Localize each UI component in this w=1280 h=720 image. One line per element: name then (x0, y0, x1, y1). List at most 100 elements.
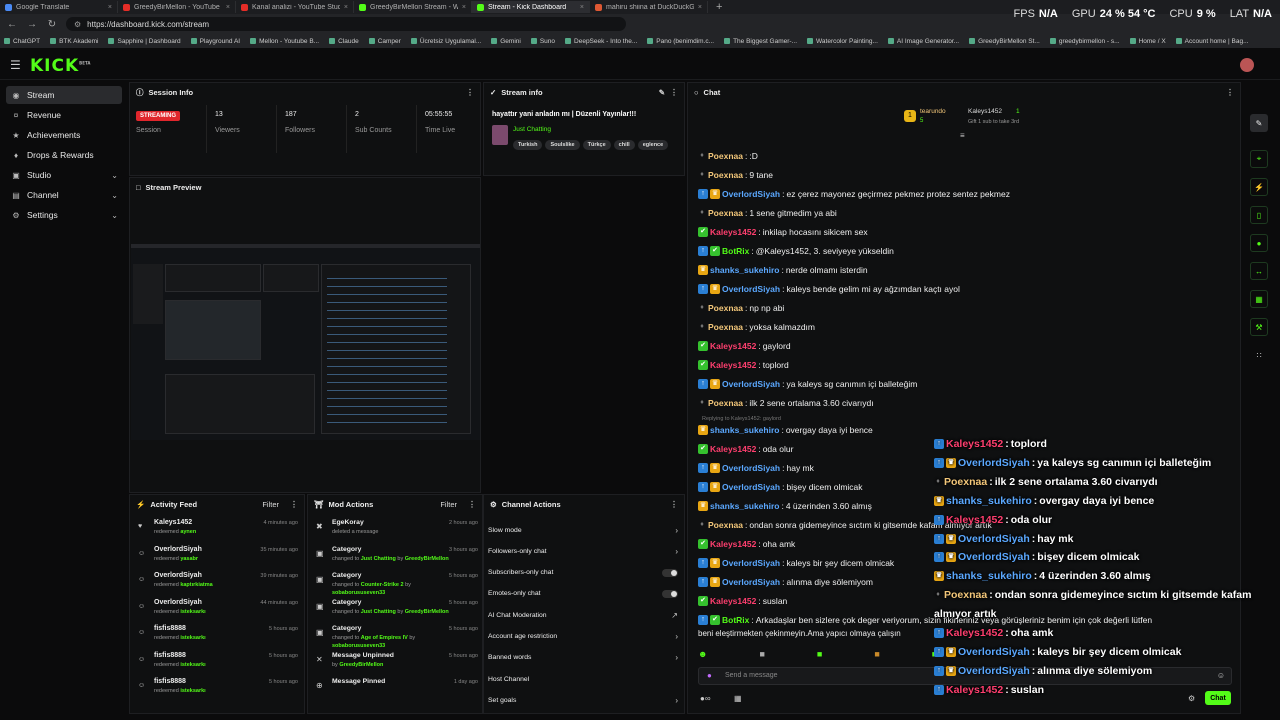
mod-filter-button[interactable]: Filter (440, 500, 457, 509)
chat-message[interactable]: ♦ Poexnaa: 9 tane (698, 170, 773, 180)
sidebar-item-achievements[interactable]: ★ Achievements (6, 126, 122, 144)
chat-message[interactable]: ♛ shanks_sukehiro: 4 üzerinden 3.60 almış (698, 501, 872, 511)
edit-icon[interactable]: ✎ (659, 88, 665, 97)
edit-tool-icon[interactable]: ✎ (1250, 114, 1268, 132)
chevron-right-icon[interactable]: › (675, 526, 678, 535)
bookmark[interactable]: Suno (530, 38, 555, 45)
add-widget-icon[interactable]: ∷ (1250, 346, 1268, 364)
chat-message[interactable]: ↑ ♛ OverlordSiyah: kaleys bende gelim mi a… (698, 284, 960, 294)
collapse-chevron-icon[interactable]: ≡ (960, 131, 965, 140)
user-avatar[interactable] (1240, 58, 1254, 72)
mod-action-item[interactable]: ▣ Category changed to Counter-Strike 2 by … (316, 572, 478, 598)
chevron-right-icon[interactable]: › (675, 653, 678, 662)
external-link-icon[interactable]: ↗ (671, 611, 678, 620)
chat-username[interactable]: Kaleys1452 (710, 539, 756, 549)
reload-icon[interactable]: ↻ (46, 19, 58, 30)
chat-username[interactable]: Poexnaa (708, 398, 743, 408)
chat-message[interactable]: ↑ ✔ BotRix: @Kaleys1452, 3. seviyeye yükse… (698, 246, 894, 256)
activity-user[interactable]: fisfis8888 (154, 625, 186, 632)
chat-username[interactable]: Poexnaa (708, 170, 743, 180)
emote-icon[interactable]: ■ (817, 649, 822, 659)
toggle-switch[interactable] (662, 568, 678, 577)
activity-item[interactable]: ☺ OverlordSiyah redeemed yasabr 35 minutes … (138, 546, 298, 572)
channel-action-emotes-only-chat[interactable]: Emotes-only chat (488, 585, 678, 603)
chat-message[interactable]: ♦ Poexnaa: :D (698, 151, 758, 161)
chat-message[interactable]: ✔ Kaleys1452: inkilap hocasını sikicem se… (698, 227, 868, 237)
mod-action-item[interactable]: ▣ Category changed to Age of Empires IV by… (316, 625, 478, 651)
url-field[interactable]: ⚙ https://dashboard.kick.com/stream (66, 17, 626, 31)
toggle-switch[interactable] (662, 589, 678, 598)
bookmark[interactable]: Mellon - Youtube B... (250, 38, 319, 45)
bookmark[interactable]: Watercolor Painting... (807, 38, 878, 45)
chat-message[interactable]: ♦ Poexnaa: yoksa kalmazdım (698, 322, 815, 332)
more-options-icon[interactable]: ⋮ (1226, 88, 1234, 97)
bookmark[interactable]: BTK Akademi (50, 38, 98, 45)
chat-message[interactable]: ↑ ♛ OverlordSiyah: hay mk (698, 463, 814, 473)
chat-username[interactable]: Kaleys1452 (710, 227, 756, 237)
chat-username[interactable]: Kaleys1452 (710, 341, 756, 351)
bookmark[interactable]: Gemini (491, 38, 521, 45)
flash-tool-icon[interactable]: ⚡ (1250, 178, 1268, 196)
back-icon[interactable]: ← (6, 19, 18, 30)
activity-item[interactable]: ☺ fisfis8888 redeemed isteksarkı 5 hours ag… (138, 652, 298, 678)
channel-action-host-channel[interactable]: Host Channel (488, 670, 678, 688)
channel-action-set-goals[interactable]: Set goals › (488, 691, 678, 709)
activity-user[interactable]: OverlordSiyah (154, 599, 202, 606)
chat-tool-icon[interactable]: ● (1250, 234, 1268, 252)
chat-username[interactable]: OverlordSiyah (722, 577, 780, 587)
sidebar-item-revenue[interactable]: ¤ Revenue (6, 106, 122, 124)
sidebar-item-stream[interactable]: ◉ Stream (6, 86, 122, 104)
bookmark[interactable]: Account home | Bag... (1175, 38, 1249, 45)
chat-username[interactable]: Poexnaa (708, 520, 743, 530)
mod-action-item[interactable]: ⊕ Message Pinned 1 day ago (316, 678, 478, 704)
chevron-right-icon[interactable]: › (675, 632, 678, 641)
chat-username[interactable]: Poexnaa (708, 303, 743, 313)
channel-action-subscribers-only-chat[interactable]: Subscribers-only chat (488, 564, 678, 582)
chat-message[interactable]: ✔ Kaleys1452: toplord (698, 360, 789, 370)
emote-icon[interactable]: ☻ (698, 649, 707, 659)
mod-action-item[interactable]: ▣ Category changed to Just Chatting by Gre… (316, 546, 478, 572)
more-options-icon[interactable]: ⋮ (468, 500, 476, 509)
browser-tab[interactable]: GreedyBirMellon Stream - Watch × (354, 1, 472, 13)
stream-tag[interactable]: Soulslike (545, 140, 580, 150)
chat-username[interactable]: Poexnaa (708, 208, 743, 218)
bookmark[interactable]: GreedyBirMellon St... (969, 38, 1040, 45)
bookmark[interactable]: Home / X (1129, 38, 1166, 45)
kick-logo[interactable]: KICKBETA (30, 56, 90, 76)
activity-user[interactable]: fisfis8888 (154, 678, 186, 685)
browser-tab[interactable]: GreedyBirMellon - YouTube × (118, 1, 236, 13)
more-options-icon[interactable]: ⋮ (670, 500, 678, 509)
gifter-name[interactable]: tearundo (920, 108, 946, 115)
chat-message[interactable]: ↑ ♛ OverlordSiyah: alınma diye sölemiyom (698, 577, 873, 587)
bookmark[interactable]: Pano (benimdim.c... (647, 38, 714, 45)
channel-action-banned-words[interactable]: Banned words › (488, 649, 678, 667)
more-options-icon[interactable]: ⋮ (670, 88, 678, 97)
raid-tool-icon[interactable]: ↔ (1250, 262, 1268, 280)
chat-message[interactable]: ✔ Kaleys1452: gaylord (698, 341, 791, 351)
chat-username[interactable]: Kaleys1452 (710, 596, 756, 606)
channel-action-slow-mode[interactable]: Slow mode › (488, 521, 678, 539)
chat-username[interactable]: OverlordSiyah (722, 189, 780, 199)
more-options-icon[interactable]: ⋮ (466, 88, 474, 97)
activity-user[interactable]: OverlordSiyah (154, 546, 202, 553)
chat-username[interactable]: Kaleys1452 (710, 360, 756, 370)
mic-icon[interactable]: ● (707, 671, 712, 680)
chat-message[interactable]: ♦ Poexnaa: np np abi (698, 303, 784, 313)
activity-user[interactable]: Kaleys1452 (154, 519, 192, 526)
close-tab-icon[interactable]: × (226, 4, 230, 11)
stream-tag[interactable]: Turkish (513, 140, 543, 150)
chat-username[interactable]: OverlordSiyah (722, 463, 780, 473)
chat-message[interactable]: ✔ Kaleys1452: oda olur (698, 444, 793, 454)
activity-item[interactable]: ☺ fisfis8888 redeemed isteksarkı 5 hours ag… (138, 678, 298, 704)
browser-tab[interactable]: mahiru shiina at DuckDuckGo × (590, 1, 708, 13)
chat-username[interactable]: Poexnaa (708, 322, 743, 332)
chat-username[interactable]: OverlordSiyah (722, 284, 780, 294)
chat-username[interactable]: Poexnaa (708, 151, 743, 161)
new-tab-icon[interactable]: + (708, 1, 730, 13)
chat-username[interactable]: OverlordSiyah (722, 558, 780, 568)
chevron-down-icon[interactable]: ⌄ (111, 191, 118, 200)
sidebar-item-settings[interactable]: ⚙ Settings ⌄ (6, 206, 122, 224)
chat-message[interactable]: ↑ ♛ OverlordSiyah: ya kaleys sg canımın iç… (698, 379, 917, 389)
bookmark[interactable]: Sapphire | Dashboard (108, 38, 181, 45)
forward-icon[interactable]: → (26, 19, 38, 30)
